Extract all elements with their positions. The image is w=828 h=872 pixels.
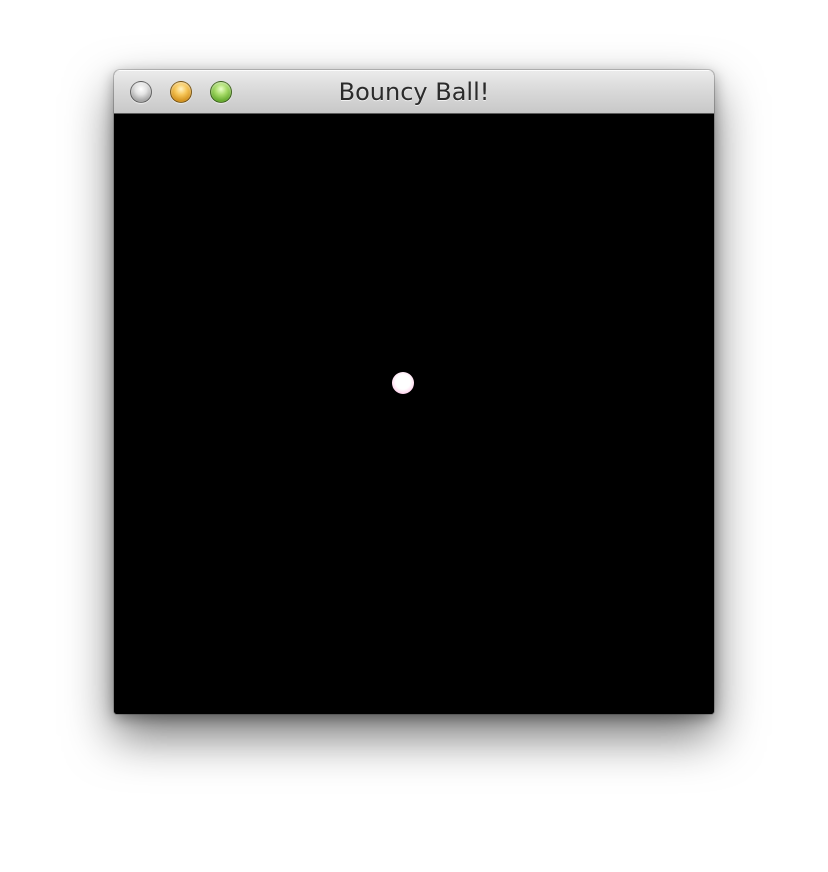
bouncy-ball [392, 372, 414, 394]
zoom-window-button[interactable] [210, 81, 232, 103]
app-window: Bouncy Ball! [114, 70, 714, 714]
window-title: Bouncy Ball! [338, 78, 490, 106]
game-canvas[interactable] [114, 114, 714, 714]
title-bar[interactable]: Bouncy Ball! [114, 70, 714, 114]
close-window-button[interactable] [130, 81, 152, 103]
minimize-window-button[interactable] [170, 81, 192, 103]
